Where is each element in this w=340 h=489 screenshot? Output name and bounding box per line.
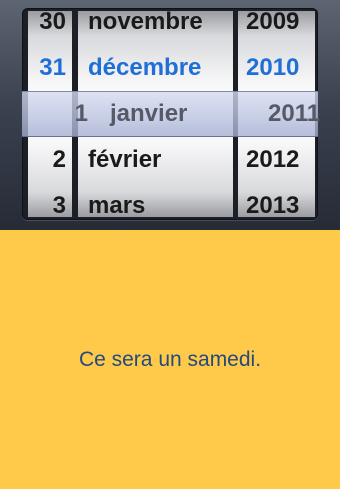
band-year-label: 2011 [268, 100, 321, 127]
year-option[interactable]: 2012 [238, 137, 315, 183]
day-option[interactable]: 2 [28, 137, 72, 183]
month-option[interactable]: novembre [78, 11, 233, 45]
picker-selection-band[interactable]: 1 janvier 2011 [22, 91, 320, 137]
day-option-selected[interactable]: 31 [28, 45, 72, 91]
day-option[interactable]: 3 [28, 183, 72, 217]
year-option[interactable]: 2013 [238, 183, 315, 217]
band-day-label: 1 [74, 100, 88, 127]
month-option-selected[interactable]: décembre [78, 45, 233, 91]
band-month-label: janvier [110, 100, 188, 127]
month-option[interactable]: mars [78, 183, 233, 217]
month-option[interactable]: février [78, 137, 233, 183]
weekday-message: Ce sera un samedi. [78, 347, 262, 371]
year-option-selected[interactable]: 2010 [238, 45, 315, 91]
year-option[interactable]: 2009 [238, 11, 315, 45]
day-option[interactable]: 30 [28, 11, 72, 45]
date-picker: 30 31 2 3 novembre décembre février mars… [0, 0, 340, 230]
